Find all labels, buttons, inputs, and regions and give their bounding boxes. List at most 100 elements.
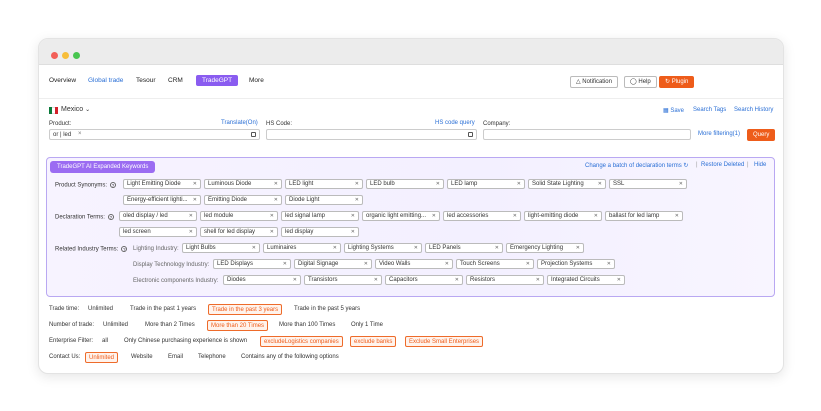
remove-tag-icon[interactable]: ✕ bbox=[513, 212, 517, 220]
search-tags-link[interactable]: Search Tags bbox=[693, 107, 726, 113]
keyword-tag[interactable]: Emitting Diode ✕ bbox=[204, 195, 282, 205]
remove-tag-icon[interactable]: ✕ bbox=[270, 212, 274, 220]
keyword-tag[interactable]: organic light emitting... ✕ bbox=[362, 211, 440, 221]
remove-tag-icon[interactable]: ✕ bbox=[436, 180, 440, 188]
keyword-tag[interactable]: Capacitors ✕ bbox=[385, 275, 463, 285]
keyword-tag[interactable]: Energy-efficient lighti... ✕ bbox=[123, 195, 201, 205]
keyword-tag[interactable]: Light Emitting Diode ✕ bbox=[123, 179, 201, 189]
keyword-tag[interactable]: LED Panels ✕ bbox=[425, 243, 503, 253]
keyword-tag[interactable]: Diode Light ✕ bbox=[285, 195, 363, 205]
help-icon[interactable]: ? bbox=[121, 246, 128, 252]
keyword-tag[interactable]: Transistors ✕ bbox=[304, 275, 382, 285]
remove-tag-icon[interactable]: ✕ bbox=[455, 276, 459, 284]
company-input[interactable] bbox=[483, 129, 691, 140]
change-batch-link[interactable]: Change a batch of declaration terms ↻ bbox=[585, 162, 688, 169]
notification-button[interactable]: △ Notification bbox=[570, 76, 618, 88]
save-link[interactable]: ▦ Save bbox=[663, 107, 684, 114]
keyword-tag[interactable]: LED light ✕ bbox=[285, 179, 363, 189]
remove-tag-icon[interactable]: ✕ bbox=[351, 228, 355, 236]
number-more-than-20[interactable]: More than 20 Times bbox=[207, 320, 269, 331]
keyword-tag[interactable]: oled display / led ✕ bbox=[119, 211, 197, 221]
remove-tag-icon[interactable]: ✕ bbox=[495, 244, 499, 252]
query-button[interactable]: Query bbox=[747, 129, 776, 141]
remove-tag-icon[interactable]: ✕ bbox=[193, 180, 197, 188]
remove-tag-icon[interactable]: ✕ bbox=[675, 212, 679, 220]
keyword-tag[interactable]: light-emitting diode ✕ bbox=[524, 211, 602, 221]
trade-time-1y[interactable]: Trade in the past 1 years bbox=[130, 306, 196, 312]
remove-tag-icon[interactable]: ✕ bbox=[355, 180, 359, 188]
hs-code-input[interactable] bbox=[266, 129, 477, 140]
remove-tag-icon[interactable]: ✕ bbox=[607, 260, 611, 268]
nav-tesour[interactable]: Tesour bbox=[136, 77, 156, 84]
keyword-tag[interactable]: LED Displays ✕ bbox=[213, 259, 291, 269]
remove-tag-icon[interactable]: ✕ bbox=[351, 212, 355, 220]
contact-unlimited[interactable]: Unlimited bbox=[85, 352, 119, 363]
number-more-than-100[interactable]: More than 100 Times bbox=[279, 322, 335, 328]
exclude-banks[interactable]: exclude banks bbox=[350, 336, 397, 347]
country-select[interactable]: Mexico ⌄ bbox=[61, 106, 90, 113]
keyword-tag[interactable]: Light Bulbs ✕ bbox=[182, 243, 260, 253]
remove-tag-icon[interactable]: ✕ bbox=[526, 260, 530, 268]
remove-tag-icon[interactable]: ✕ bbox=[355, 196, 359, 204]
close-dot-icon[interactable] bbox=[51, 52, 58, 59]
remove-tag-icon[interactable]: ✕ bbox=[193, 196, 197, 204]
remove-tag-icon[interactable]: ✕ bbox=[517, 180, 521, 188]
remove-tag-icon[interactable]: ✕ bbox=[333, 244, 337, 252]
nav-overview[interactable]: Overview bbox=[49, 77, 76, 84]
remove-tag-icon[interactable]: ✕ bbox=[189, 228, 193, 236]
plugin-button[interactable]: ↻ Plugin bbox=[659, 76, 695, 88]
trade-time-5y[interactable]: Trade in the past 5 years bbox=[294, 306, 360, 312]
keyword-tag[interactable]: Luminaires ✕ bbox=[263, 243, 341, 253]
keyword-tag[interactable]: led accessories ✕ bbox=[443, 211, 521, 221]
remove-tag-icon[interactable]: ✕ bbox=[252, 244, 256, 252]
remove-tag-icon[interactable]: ✕ bbox=[679, 180, 683, 188]
remove-tag-icon[interactable]: ✕ bbox=[594, 212, 598, 220]
contact-telephone[interactable]: Telephone bbox=[198, 354, 226, 360]
keyword-tag[interactable]: SSL ✕ bbox=[609, 179, 687, 189]
remove-tag-icon[interactable]: ✕ bbox=[414, 244, 418, 252]
keyword-tag[interactable]: LED bulb ✕ bbox=[366, 179, 444, 189]
keyword-tag[interactable]: led screen ✕ bbox=[119, 227, 197, 237]
keyword-tag[interactable]: Projection Systems ✕ bbox=[537, 259, 615, 269]
exclude-small-enterprises[interactable]: Exclude Small Enterprises bbox=[405, 336, 484, 347]
remove-tag-icon[interactable]: ✕ bbox=[445, 260, 449, 268]
keyword-tag[interactable]: Resistors ✕ bbox=[466, 275, 544, 285]
contact-website[interactable]: Website bbox=[131, 354, 153, 360]
number-unlimited[interactable]: Unlimited bbox=[103, 322, 128, 328]
trade-time-unlimited[interactable]: Unlimited bbox=[88, 306, 113, 312]
clear-product-icon[interactable]: × bbox=[78, 131, 82, 137]
keyword-tag[interactable]: Digital Signage ✕ bbox=[294, 259, 372, 269]
remove-tag-icon[interactable]: ✕ bbox=[364, 260, 368, 268]
enterprise-chinese-purchasing[interactable]: Only Chinese purchasing experience is sh… bbox=[124, 338, 247, 344]
remove-tag-icon[interactable]: ✕ bbox=[576, 244, 580, 252]
expand-icon[interactable] bbox=[468, 132, 473, 137]
contact-email[interactable]: Email bbox=[168, 354, 183, 360]
help-button[interactable]: ◯ Help bbox=[624, 76, 657, 88]
exclude-logistics[interactable]: excludeLogistics companies bbox=[260, 336, 343, 347]
keyword-tag[interactable]: Luminous Diode ✕ bbox=[204, 179, 282, 189]
remove-tag-icon[interactable]: ✕ bbox=[274, 196, 278, 204]
more-filtering-link[interactable]: More filtering(1) bbox=[698, 131, 740, 137]
enterprise-all[interactable]: all bbox=[102, 338, 108, 344]
keyword-tag[interactable]: Lighting Systems ✕ bbox=[344, 243, 422, 253]
keyword-tag[interactable]: led signal lamp ✕ bbox=[281, 211, 359, 221]
keyword-tag[interactable]: Solid State Lighting ✕ bbox=[528, 179, 606, 189]
remove-tag-icon[interactable]: ✕ bbox=[293, 276, 297, 284]
keyword-tag[interactable]: Touch Screens ✕ bbox=[456, 259, 534, 269]
number-more-than-2[interactable]: More than 2 Times bbox=[145, 322, 195, 328]
restore-deleted-link[interactable]: Restore Deleted bbox=[701, 162, 744, 168]
nav-tradegpt[interactable]: TradeGPT bbox=[196, 75, 239, 86]
hide-link[interactable]: Hide bbox=[754, 162, 766, 168]
keyword-tag[interactable]: Emergency Lighting ✕ bbox=[506, 243, 584, 253]
nav-crm[interactable]: CRM bbox=[168, 77, 183, 84]
keyword-tag[interactable]: led display ✕ bbox=[281, 227, 359, 237]
keyword-tag[interactable]: led module ✕ bbox=[200, 211, 278, 221]
expand-icon[interactable] bbox=[251, 132, 256, 137]
hs-code-query-link[interactable]: HS code query bbox=[435, 120, 475, 126]
keyword-tag[interactable]: Integrated Circuits ✕ bbox=[547, 275, 625, 285]
remove-tag-icon[interactable]: ✕ bbox=[432, 212, 436, 220]
nav-more[interactable]: More bbox=[249, 77, 264, 84]
remove-tag-icon[interactable]: ✕ bbox=[617, 276, 621, 284]
help-icon[interactable]: ? bbox=[107, 214, 114, 220]
keyword-tag[interactable]: ballast for led lamp ✕ bbox=[605, 211, 683, 221]
